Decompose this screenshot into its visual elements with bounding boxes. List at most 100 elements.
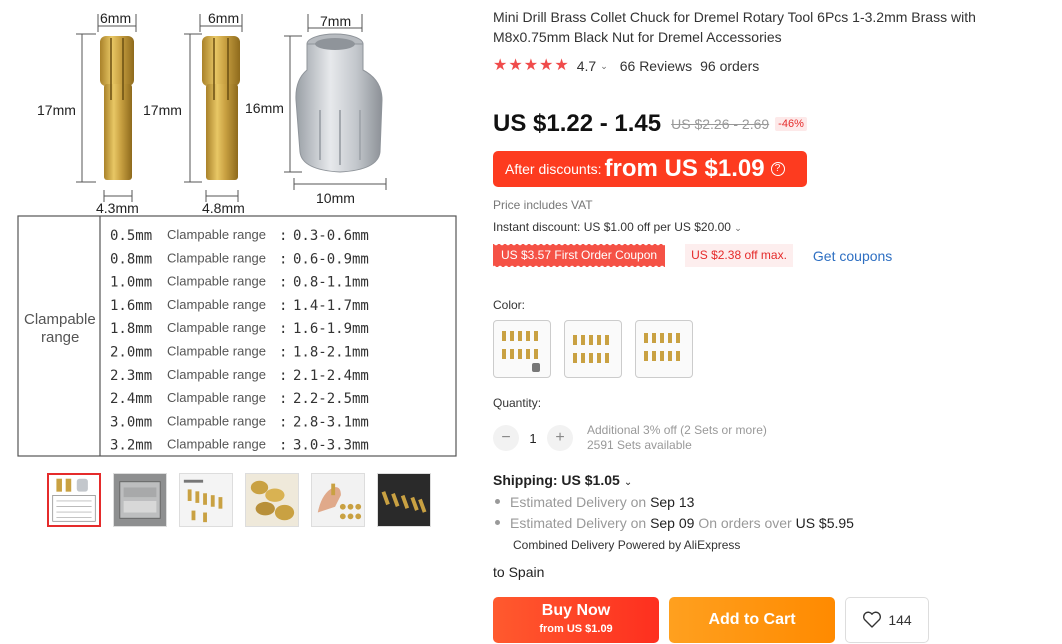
range-row-label: Clampable range [167, 227, 266, 242]
bullet-icon [495, 520, 500, 526]
color-option-3[interactable] [635, 320, 693, 378]
range-row-size: 2.3mm [110, 368, 152, 384]
thumbnail-4[interactable] [245, 473, 299, 527]
shipping-price: Shipping: US $1.05 [493, 472, 620, 488]
coupon-row: US $3.57 First Order Coupon US $2.38 off… [493, 244, 892, 267]
original-price: US $2.26 - 2.69 [671, 116, 770, 132]
thumb-spec-sheet [49, 475, 99, 525]
dim-nut-left: 16mm [245, 100, 284, 116]
collet-2 [202, 36, 240, 180]
increase-quantity-button[interactable]: + [547, 425, 573, 451]
range-row-value: 0.8-1.1mm [293, 275, 369, 291]
collet-1 [100, 36, 134, 180]
color-option-1[interactable] [493, 320, 551, 378]
dim-c2-bottom: 4.8mm [202, 200, 245, 216]
quantity-label: Quantity: [493, 396, 542, 410]
range-row-value: 0.6-0.9mm [293, 251, 369, 267]
range-row-size: 3.2mm [110, 438, 152, 454]
table-side-label-1: Clampable [24, 311, 96, 328]
after-discount-banner: After discounts: from US $1.09 ? [493, 151, 807, 187]
range-row-label: Clampable range [167, 437, 266, 452]
max-off-coupon[interactable]: US $2.38 off max. [685, 244, 793, 267]
wishlist-count: 144 [888, 612, 912, 628]
chevron-down-icon[interactable]: ⌄ [600, 61, 608, 72]
order-threshold-amount: US $5.95 [795, 515, 854, 531]
discount-badge: -46% [775, 117, 807, 131]
vat-note: Price includes VAT [493, 198, 593, 212]
ship-destination[interactable]: to Spain [493, 564, 544, 580]
range-row-size: 2.4mm [110, 391, 152, 407]
dim-c1-left: 17mm [37, 102, 76, 118]
range-row-separator: : [279, 298, 287, 314]
quantity-value[interactable]: 1 [519, 431, 547, 446]
instant-discount[interactable]: Instant discount: US $1.00 off per US $2… [493, 220, 742, 234]
rating-value[interactable]: 4.7 [577, 58, 596, 74]
product-gallery: 6mm 17mm 4.3mm 6mm 17mm 4.8mm 7mm 16mm 1… [0, 0, 470, 644]
dim-nut-bottom: 10mm [316, 190, 355, 206]
range-row-label: Clampable range [167, 344, 266, 359]
star-icon: ★ [508, 57, 523, 74]
range-row-label: Clampable range [167, 297, 266, 312]
thumbnail-3[interactable] [179, 473, 233, 527]
get-coupons-link[interactable]: Get coupons [813, 248, 892, 264]
range-row-separator: : [279, 251, 287, 267]
delivery-date: Sep 09 [650, 515, 695, 531]
add-to-cart-button[interactable]: Add to Cart [669, 597, 835, 643]
decrease-quantity-button[interactable]: − [493, 425, 519, 451]
collet-spec-diagram: 6mm 17mm 4.3mm 6mm 17mm 4.8mm 7mm 16mm 1… [17, 10, 457, 457]
range-row-label: Clampable range [167, 413, 266, 428]
purchase-actions: Buy Now from US $1.09 Add to Cart 144 [493, 597, 929, 643]
thumbnail-1[interactable] [47, 473, 101, 527]
question-icon[interactable]: ? [770, 162, 785, 176]
star-rating: ★ ★ ★ ★ ★ [493, 58, 569, 74]
thumbnail-6[interactable] [377, 473, 431, 527]
order-threshold-text: On orders over [698, 515, 792, 531]
quantity-note: Additional 3% off (2 Sets or more) 2591 … [587, 423, 767, 453]
dim-c2-top: 6mm [208, 10, 239, 26]
range-row-separator: : [279, 321, 287, 337]
thumbnail-strip [47, 473, 431, 527]
star-icon: ★ [554, 57, 569, 74]
range-row-separator: : [279, 368, 287, 384]
table-side-label-2: range [41, 329, 79, 346]
swatch-collets-with-nut [502, 331, 540, 372]
product-title: Mini Drill Brass Collet Chuck for Dremel… [493, 9, 976, 45]
range-row-label: Clampable range [167, 250, 266, 265]
range-row-size: 3.0mm [110, 414, 152, 430]
price-row: US $1.22 - 1.45 US $2.26 - 2.69 -46% [493, 110, 807, 138]
range-row-separator: : [279, 275, 287, 291]
range-row-value: 1.4-1.7mm [293, 298, 369, 314]
swatch-collets-set [573, 335, 609, 363]
delivery-estimate-2: Estimated Delivery on Sep 09 On orders o… [493, 515, 854, 531]
delivery-date: Sep 13 [650, 494, 695, 510]
range-row-size: 0.5mm [110, 228, 152, 244]
range-row-value: 3.0-3.3mm [293, 438, 369, 454]
collet-nut [295, 33, 383, 173]
dim-nut-top: 7mm [320, 13, 351, 29]
current-price: US $1.22 - 1.45 [493, 110, 662, 137]
main-product-image[interactable]: 6mm 17mm 4.3mm 6mm 17mm 4.8mm 7mm 16mm 1… [10, 0, 462, 462]
range-row-value: 2.8-3.1mm [293, 414, 369, 430]
thumbnail-2[interactable] [113, 473, 167, 527]
range-row-label: Clampable range [167, 390, 266, 405]
stock-available: 2591 Sets available [587, 438, 692, 452]
color-option-2[interactable] [564, 320, 622, 378]
thumbnail-5[interactable] [311, 473, 365, 527]
shipping-title[interactable]: Shipping: US $1.05 ⌄ [493, 472, 632, 488]
range-row-value: 2.2-2.5mm [293, 391, 369, 407]
color-swatches [493, 320, 693, 378]
delivery-prefix: Estimated Delivery on [510, 515, 647, 531]
buy-now-price: from US $1.09 [539, 623, 613, 635]
delivery-estimate-1: Estimated Delivery on Sep 13 [493, 494, 694, 510]
range-row-separator: : [279, 391, 287, 407]
reviews-link[interactable]: 66 Reviews [620, 58, 692, 74]
buy-now-button[interactable]: Buy Now from US $1.09 [493, 597, 659, 643]
range-row-size: 1.6mm [110, 298, 152, 314]
star-icon: ★ [523, 57, 539, 74]
first-order-coupon[interactable]: US $3.57 First Order Coupon [493, 244, 666, 267]
delivery-prefix: Estimated Delivery on [510, 494, 647, 510]
range-row-label: Clampable range [167, 367, 266, 382]
wishlist-button[interactable]: 144 [845, 597, 929, 643]
chevron-down-icon: ⌄ [734, 223, 742, 233]
thumb-boxed-set [114, 474, 166, 526]
